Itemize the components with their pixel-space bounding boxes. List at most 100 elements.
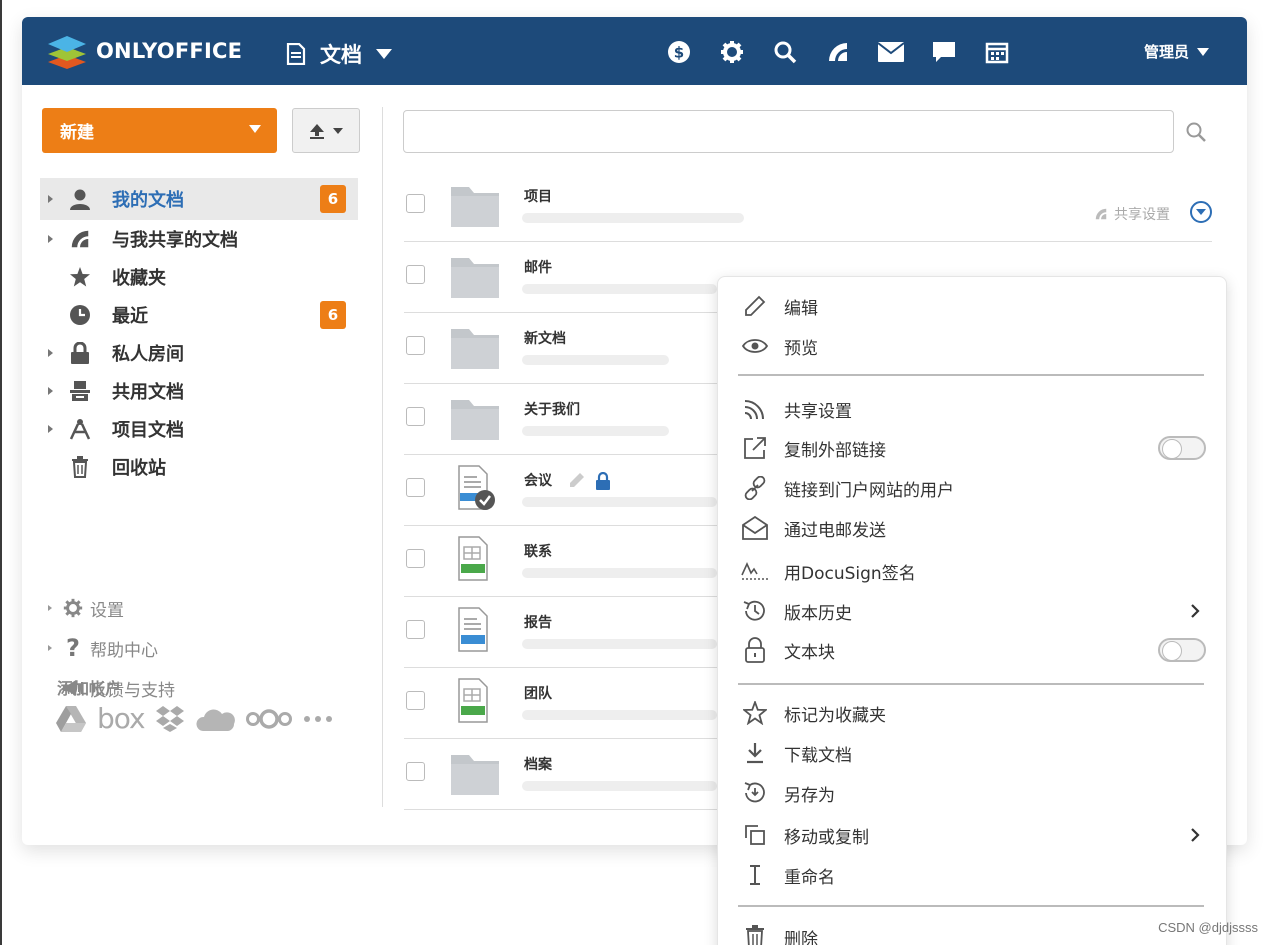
logo[interactable]: ONLYOFFICE <box>46 33 242 69</box>
gear-icon[interactable] <box>705 38 758 66</box>
search-icon[interactable] <box>1185 121 1207 143</box>
menu-item-link-portal-users[interactable]: 链接到门户网站的用户 <box>718 470 1228 506</box>
row-checkbox[interactable] <box>406 691 425 710</box>
calendar-icon[interactable] <box>970 38 1023 66</box>
table-row[interactable]: 项目 共享设置 <box>404 171 1212 242</box>
menu-item-preview[interactable]: 预览 <box>718 328 1228 364</box>
sidebar-item-recent[interactable]: 最近 6 <box>40 296 358 334</box>
menu-item-mark-favorite[interactable]: 标记为收藏夹 <box>718 695 1228 731</box>
expand-arrow-icon[interactable] <box>48 387 53 395</box>
file-name[interactable]: 关于我们 <box>524 399 580 419</box>
menu-item-share-settings[interactable]: 共享设置 <box>718 391 1228 427</box>
expand-arrow-icon[interactable] <box>48 195 53 203</box>
menu-separator <box>738 683 1204 685</box>
file-name[interactable]: 联系 <box>524 541 552 561</box>
upload-button[interactable] <box>292 108 360 153</box>
menu-item-label: 移动或复制 <box>784 827 869 848</box>
text-cursor-icon <box>740 864 770 886</box>
sidebar-item-favorites[interactable]: 收藏夹 <box>40 258 358 296</box>
expand-arrow-icon[interactable] <box>48 349 53 357</box>
sidebar-item-trash[interactable]: 回收站 <box>40 448 358 486</box>
block-file-toggle[interactable] <box>1158 638 1206 662</box>
star-icon <box>740 701 770 725</box>
sidebar-item-label: 回收站 <box>112 458 166 479</box>
dollar-icon[interactable]: $ <box>652 38 705 66</box>
add-account-title: 添加帐户 <box>57 679 122 698</box>
sidebar-item-shared-with-me[interactable]: 与我共享的文档 <box>40 220 358 258</box>
expand-arrow-icon <box>48 605 52 611</box>
menu-item-move-copy[interactable]: 移动或复制 <box>718 817 1228 853</box>
chevron-down-icon <box>376 49 392 59</box>
sidebar-item-my-documents[interactable]: 我的文档 6 <box>40 178 358 220</box>
row-checkbox[interactable] <box>406 194 425 213</box>
menu-item-version-history[interactable]: 版本历史 <box>718 593 1228 629</box>
file-meta-placeholder <box>522 213 744 223</box>
box-icon[interactable]: box <box>97 705 146 733</box>
row-checkbox[interactable] <box>406 478 425 497</box>
menu-separator <box>738 374 1204 376</box>
expand-arrow-icon[interactable] <box>48 425 53 433</box>
file-name[interactable]: 新文档 <box>524 328 566 348</box>
file-meta-placeholder <box>522 639 717 649</box>
menu-item-label: 下载文档 <box>784 745 852 766</box>
google-drive-icon[interactable] <box>55 705 87 733</box>
xlsx-file-icon <box>458 678 488 723</box>
chevron-down-icon <box>1197 47 1209 56</box>
search-icon[interactable] <box>758 38 811 66</box>
chevron-right-icon <box>1191 604 1200 618</box>
settings-label: 设置 <box>90 600 124 621</box>
share-icon <box>1095 208 1107 220</box>
menu-item-block-file[interactable]: 文本块 <box>718 632 1228 668</box>
pencil-icon <box>740 295 770 317</box>
menu-item-edit[interactable]: 编辑 <box>718 288 1228 324</box>
nextcloud-icon[interactable] <box>245 707 293 731</box>
menu-item-download[interactable]: 下载文档 <box>718 735 1228 771</box>
file-name[interactable]: 档案 <box>524 754 552 774</box>
lock-icon <box>740 637 770 663</box>
menu-item-docusign[interactable]: 用DocuSign签名 <box>718 553 1228 589</box>
feed-icon[interactable] <box>811 38 864 66</box>
file-name[interactable]: 报告 <box>524 612 552 632</box>
sidebar-item-common-documents[interactable]: 共用文档 <box>40 372 358 410</box>
new-button[interactable]: 新建 <box>42 108 277 153</box>
module-switcher[interactable]: 文档 <box>286 39 392 69</box>
menu-item-save-as[interactable]: 另存为 <box>718 775 1228 811</box>
row-checkbox[interactable] <box>406 549 425 568</box>
row-checkbox[interactable] <box>406 407 425 426</box>
row-checkbox[interactable] <box>406 265 425 284</box>
mail-icon[interactable] <box>864 38 917 66</box>
row-menu-button[interactable] <box>1190 201 1212 223</box>
menu-item-label: 删除 <box>784 929 818 945</box>
dropbox-icon[interactable] <box>155 705 185 733</box>
menu-item-rename[interactable]: 重命名 <box>718 857 1228 893</box>
expand-arrow-icon <box>48 645 52 651</box>
search-input[interactable] <box>403 110 1174 153</box>
file-name[interactable]: 项目 <box>524 186 552 206</box>
more-icon[interactable] <box>303 715 333 723</box>
chevron-down-icon <box>333 127 343 134</box>
menu-item-label: 文本块 <box>784 642 835 663</box>
sidebar-item-private-room[interactable]: 私人房间 <box>40 334 358 372</box>
folder-icon <box>451 258 499 298</box>
projects-icon <box>68 417 92 441</box>
share-settings-link[interactable]: 共享设置 <box>1094 204 1170 224</box>
row-checkbox[interactable] <box>406 620 425 639</box>
expand-arrow-icon[interactable] <box>48 235 53 243</box>
menu-item-send-email[interactable]: 通过电邮发送 <box>718 510 1228 546</box>
lock-icon[interactable] <box>595 472 611 490</box>
row-checkbox[interactable] <box>406 336 425 355</box>
menu-item-delete[interactable]: 删除 <box>718 919 1228 945</box>
menu-item-copy-external-link[interactable]: 复制外部链接 <box>718 430 1228 466</box>
chat-icon[interactable] <box>917 38 970 66</box>
sidebar-item-project-documents[interactable]: 项目文档 <box>40 410 358 448</box>
row-checkbox[interactable] <box>406 762 425 781</box>
history-icon <box>740 598 770 624</box>
onedrive-icon[interactable] <box>195 706 235 732</box>
file-name[interactable]: 会议 <box>524 470 611 490</box>
pencil-icon[interactable] <box>569 472 585 488</box>
file-name[interactable]: 邮件 <box>524 257 552 277</box>
external-link-toggle[interactable] <box>1158 436 1206 460</box>
file-name[interactable]: 团队 <box>524 683 552 703</box>
signature-icon <box>740 561 770 581</box>
user-menu[interactable]: 管理员 <box>1144 41 1209 62</box>
